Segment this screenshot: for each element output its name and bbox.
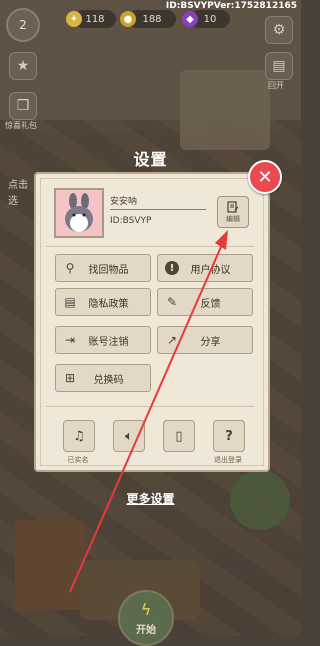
rabbit-avatar-icon	[65, 193, 93, 232]
side-hint-2: 选	[8, 196, 18, 207]
right-side-label: 回开	[268, 81, 284, 90]
feedback-label: 反馈	[200, 298, 221, 310]
more-settings-link[interactable]: 更多设置	[0, 490, 301, 507]
username: 安安呐	[110, 197, 138, 207]
resource-gem: ◆ 10	[182, 10, 230, 28]
version-text: ID:BSVYPVer:1752812165	[165, 1, 297, 11]
edit-label: 编辑	[226, 214, 240, 223]
gift-pack-label: 惊喜礼包	[5, 121, 37, 130]
logout-label: 退出登录	[214, 456, 242, 464]
privacy-policy-label: 隐私政策	[88, 298, 129, 310]
star-button[interactable]: ★	[9, 52, 37, 80]
furniture-cabinet	[15, 520, 85, 610]
share-button[interactable]: ↗ 分享	[157, 326, 253, 354]
gift-box-icon: ❒	[16, 98, 30, 114]
settings-gear-button[interactable]: ⚙	[265, 16, 293, 44]
delete-account-button[interactable]: ⇥ 账号注销	[55, 326, 151, 354]
gem-icon: ◆	[182, 11, 198, 27]
share-label: 分享	[200, 336, 221, 348]
star-icon: ★	[16, 58, 30, 74]
user-agreement-button[interactable]: ! 用户协议	[157, 254, 253, 282]
edit-document-icon	[227, 200, 239, 213]
resource-coin: ✦ 118	[66, 10, 116, 28]
level-badge[interactable]: 2	[6, 8, 40, 42]
menu-divider	[46, 406, 254, 407]
alert-icon: !	[163, 259, 181, 277]
vibrate-icon: ▯	[175, 428, 183, 444]
resource-gem-value: 10	[203, 13, 217, 25]
close-button[interactable]: ✕	[248, 160, 282, 194]
share-icon: ↗	[166, 333, 178, 347]
calendar-icon: ▤	[272, 58, 286, 74]
delete-account-label: 账号注销	[88, 336, 129, 348]
top-bar: 2 ✦ 118 ● 188 ◆ 10 ID:BSVYPVer:175281216…	[0, 0, 301, 42]
gift-pack-button[interactable]: ❒	[9, 92, 37, 120]
start-label: 开始	[136, 625, 156, 636]
start-button[interactable]: ϟ 开始	[118, 590, 174, 646]
side-hint-1: 点击	[8, 180, 28, 191]
user-agreement-label: 用户协议	[190, 264, 231, 276]
document-icon: ▤	[64, 295, 76, 309]
avatar[interactable]	[54, 188, 104, 238]
music-toggle-button[interactable]: ♫	[63, 420, 95, 452]
furniture-shelf	[180, 70, 270, 150]
privacy-policy-button[interactable]: ▤ 隐私政策	[55, 288, 151, 316]
vibrate-toggle-button[interactable]: ▯	[163, 420, 195, 452]
gear-icon: ⚙	[272, 22, 286, 38]
coin-icon: ●	[120, 11, 136, 27]
lightning-icon: ϟ	[140, 600, 152, 619]
resource-coin-value: 118	[85, 13, 105, 25]
real-name-label: 已实名	[67, 456, 89, 464]
redeem-code-button[interactable]: ⊞ 兑换码	[55, 364, 151, 392]
sound-toggle-button[interactable]: 🔈︎	[113, 420, 145, 452]
feedback-button[interactable]: ✎ 反馈	[157, 288, 253, 316]
speaker-icon: 🔈︎	[125, 428, 133, 444]
logout-icon: ⇥	[64, 333, 76, 347]
user-id: ID:BSVYP	[110, 216, 152, 226]
close-icon: ✕	[257, 166, 273, 188]
recover-items-button[interactable]: ⚲ 找回物品	[55, 254, 151, 282]
profile-section: 安安呐 ID:BSVYP 编辑	[50, 184, 250, 240]
help-button[interactable]: ?	[213, 420, 245, 452]
resource-gold: ● 188	[120, 10, 176, 28]
profile-divider	[46, 246, 254, 247]
level-value: 2	[19, 18, 27, 32]
leaf-icon: ✦	[66, 11, 82, 27]
recover-items-label: 找回物品	[88, 264, 129, 276]
redeem-code-label: 兑换码	[93, 374, 124, 386]
question-icon: ?	[225, 428, 233, 444]
right-side-button[interactable]: ▤	[265, 52, 293, 80]
edit-profile-button[interactable]: 编辑	[217, 196, 249, 228]
gift-icon: ⊞	[64, 371, 76, 385]
username-underline	[110, 209, 206, 210]
magnifier-icon: ⚲	[65, 261, 75, 275]
music-icon: ♫	[73, 428, 85, 444]
resource-gold-value: 188	[142, 13, 162, 25]
pencil-icon: ✎	[166, 295, 178, 309]
